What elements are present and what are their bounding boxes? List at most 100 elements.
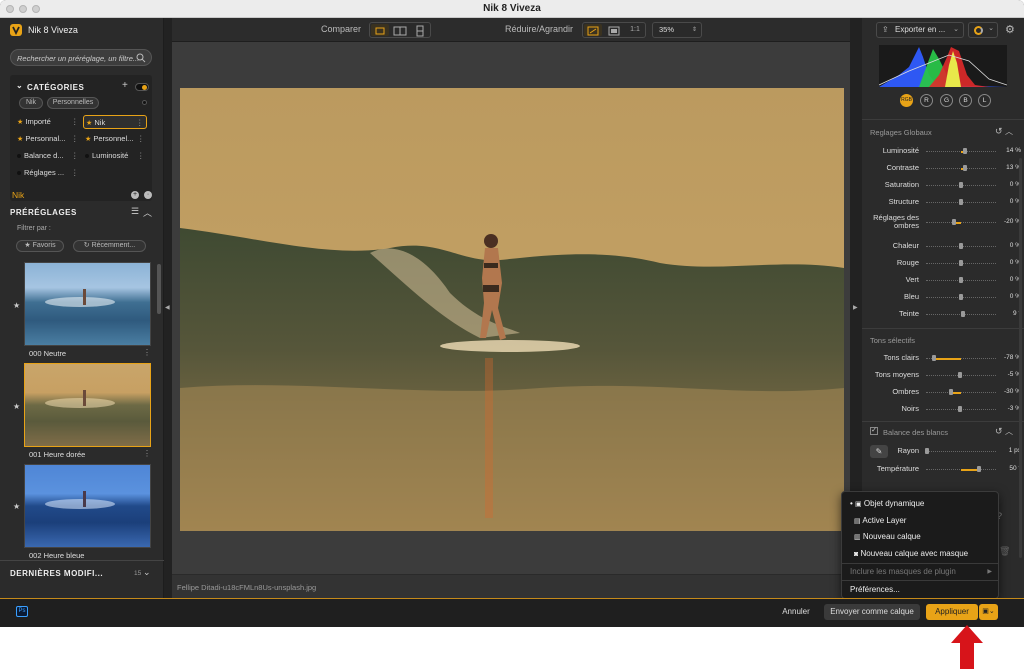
slider-track[interactable]: [925, 448, 996, 454]
category-item-personnal[interactable]: ★ Personnal... ⋮: [17, 132, 79, 146]
cancel-button[interactable]: Annuler: [776, 604, 816, 620]
collapse-left-icon[interactable]: ◀: [165, 304, 170, 311]
slider-track[interactable]: [926, 311, 996, 317]
preset-options-icon[interactable]: ·: [144, 191, 152, 199]
filter-recent[interactable]: ↻ Récemment...: [73, 240, 146, 252]
slider-knob[interactable]: [963, 148, 968, 154]
channel-r[interactable]: R: [920, 94, 933, 107]
collapse-icon[interactable]: ︿: [1005, 426, 1013, 437]
zoom-window-button[interactable]: [32, 5, 40, 13]
slider-track[interactable]: [926, 389, 996, 395]
slider-knob[interactable]: [948, 389, 953, 395]
slider-knob[interactable]: [952, 219, 956, 225]
presets-menu-icon[interactable]: ☰: [131, 206, 139, 217]
preset-more-icon[interactable]: ⋮: [143, 449, 151, 458]
slider-knob[interactable]: [959, 277, 963, 283]
slider-knob[interactable]: [957, 372, 962, 378]
slider-knob[interactable]: [959, 243, 963, 249]
slider-row[interactable]: Saturation 0 %: [862, 178, 1024, 192]
tag-personnelles[interactable]: Personnelles: [47, 97, 99, 109]
category-item-importe[interactable]: ★ Importé ⋮: [17, 115, 79, 129]
tag-nik[interactable]: Nik: [19, 97, 43, 109]
slider-row[interactable]: Ombres -30 %: [862, 385, 1024, 399]
slider-track[interactable]: [926, 260, 996, 266]
search-input[interactable]: Rechercher un préréglage, un filtre...: [10, 49, 152, 66]
slider-track[interactable]: [926, 355, 996, 361]
slider-row[interactable]: Contraste 13 %: [862, 161, 1024, 175]
menu-item-preferences[interactable]: Préférences...: [850, 583, 900, 597]
menu-item-active-layer[interactable]: ▤ Active Layer: [854, 514, 906, 528]
slider-row[interactable]: Luminosité 14 %: [862, 144, 1024, 158]
slider-track[interactable]: [926, 466, 996, 472]
add-preset-icon[interactable]: +: [131, 191, 139, 199]
channel-l[interactable]: L: [978, 94, 991, 107]
add-category-icon[interactable]: +: [122, 80, 128, 91]
category-item-balance[interactable]: Balance d... ⋮: [17, 149, 79, 163]
star-icon[interactable]: ★: [13, 502, 20, 511]
presets-collapse-icon[interactable]: ︿: [143, 206, 152, 219]
apply-button[interactable]: Appliquer: [926, 604, 978, 620]
fill-screen-icon[interactable]: [605, 24, 623, 36]
slider-track[interactable]: [926, 182, 996, 188]
slider-knob[interactable]: [976, 466, 981, 472]
channel-b[interactable]: B: [959, 94, 972, 107]
preset-more-icon[interactable]: ⋮: [143, 348, 151, 357]
slider-track[interactable]: [926, 372, 996, 378]
preset-thumbnail-heure-doree[interactable]: [24, 363, 151, 447]
slider-knob[interactable]: [958, 406, 963, 412]
close-window-button[interactable]: [6, 5, 14, 13]
presets-scrollbar[interactable]: [157, 264, 161, 314]
slider-row[interactable]: Vert 0 %: [862, 273, 1024, 287]
slider-knob[interactable]: [931, 355, 936, 361]
category-item-personnel[interactable]: ★ Personnel... ⋮: [85, 132, 147, 146]
menu-item-new-layer[interactable]: ▥ Nouveau calque: [854, 530, 921, 544]
minimize-window-button[interactable]: [19, 5, 27, 13]
collapse-icon[interactable]: ︿: [1005, 126, 1013, 137]
slider-row[interactable]: Tons moyens -5 %: [862, 368, 1024, 382]
slider-knob[interactable]: [925, 448, 930, 454]
slider-knob[interactable]: [959, 182, 963, 188]
slider-row[interactable]: Teinte 9 °: [862, 307, 1024, 321]
slider-knob[interactable]: [959, 294, 963, 300]
white-balance-checkbox[interactable]: ✓: [870, 427, 878, 435]
reset-icon[interactable]: ↺: [995, 126, 1003, 137]
recent-edits-title[interactable]: DERNIÈRES MODIFI...: [10, 569, 103, 578]
slider-row[interactable]: Rayon 1 px: [862, 444, 1024, 458]
zoom-select[interactable]: 35% ⇕: [652, 22, 702, 38]
recent-edits-chevron-icon[interactable]: ⌄: [143, 567, 151, 578]
settings-gear-icon[interactable]: ⚙: [1005, 23, 1015, 36]
slider-row[interactable]: Bleu 0 %: [862, 290, 1024, 304]
slider-track[interactable]: [926, 148, 996, 154]
slider-row[interactable]: Noirs -3 %: [862, 402, 1024, 416]
slider-row[interactable]: Rouge 0 %: [862, 256, 1024, 270]
categories-toggle[interactable]: [135, 83, 149, 91]
preset-thumbnail-heure-bleue[interactable]: [24, 464, 151, 548]
category-item-nik[interactable]: ★ Nik ⋮: [83, 115, 147, 129]
slider-knob[interactable]: [962, 165, 967, 171]
slider-knob[interactable]: [959, 260, 963, 266]
compare-side-icon[interactable]: [391, 24, 409, 36]
slider-row[interactable]: Tons clairs -78 %: [862, 351, 1024, 365]
trash-icon[interactable]: 🗑: [999, 546, 1010, 557]
category-item-luminosite[interactable]: Luminosité ⋮: [85, 149, 147, 163]
star-icon[interactable]: ★: [13, 402, 20, 411]
channel-rgb[interactable]: RGB: [900, 94, 913, 107]
slider-track[interactable]: [926, 243, 996, 249]
menu-item-smart-object[interactable]: • ▣ Objet dynamique: [850, 497, 924, 511]
right-scrollbar[interactable]: [1019, 158, 1022, 558]
slider-track[interactable]: [926, 199, 996, 205]
reset-icon[interactable]: ↺: [995, 426, 1003, 437]
main-image[interactable]: [180, 88, 844, 531]
preset-thumbnail-neutre[interactable]: [24, 262, 151, 346]
export-button[interactable]: ⇪ Exporter en ... ⌄: [876, 22, 964, 38]
star-icon[interactable]: ★: [13, 301, 20, 310]
slider-track[interactable]: [926, 294, 996, 300]
slider-row[interactable]: Structure 0 %: [862, 195, 1024, 209]
history-button[interactable]: ⌄: [968, 22, 998, 38]
collapse-right-icon[interactable]: ▶: [853, 304, 858, 311]
slider-knob[interactable]: [959, 199, 963, 205]
fit-screen-icon[interactable]: [584, 24, 602, 36]
send-as-layer-button[interactable]: Envoyer comme calque: [824, 604, 920, 620]
channel-g[interactable]: G: [940, 94, 953, 107]
slider-track[interactable]: [926, 277, 996, 283]
